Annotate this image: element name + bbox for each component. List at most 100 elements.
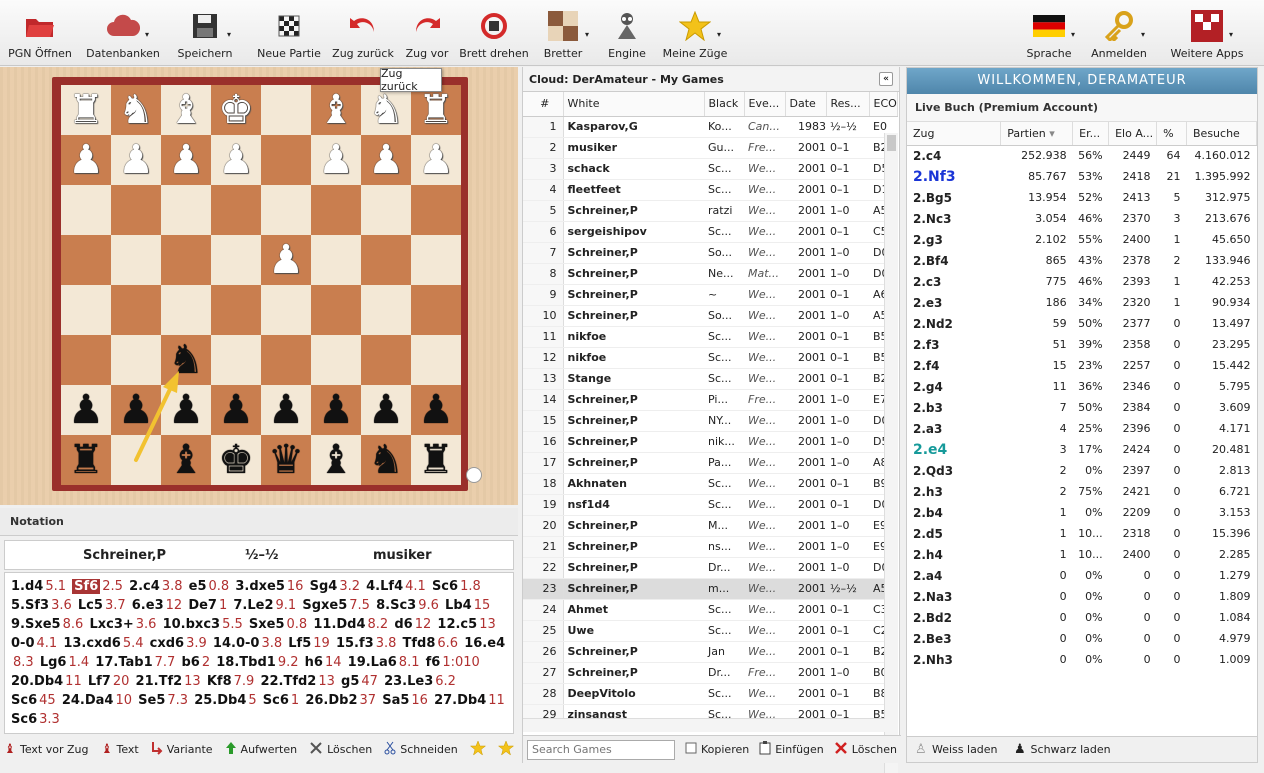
board-square[interactable] xyxy=(161,185,211,235)
board-square[interactable] xyxy=(61,285,111,335)
move-list[interactable]: 1.d4 5.1 Sf6 2.5 2.c4 3.8 e5 0.8 3.dxe5 16 Sg… xyxy=(4,572,514,734)
move[interactable]: 25.Db4 xyxy=(194,693,246,708)
book-move[interactable]: 2.Qd3 xyxy=(907,460,1001,481)
weiss-laden-button[interactable]: ♙ Weiss laden xyxy=(915,741,998,758)
board-square[interactable] xyxy=(211,185,261,235)
table-row[interactable]: 2.h3 2 75% 2421 0 6.721 xyxy=(907,481,1257,502)
move[interactable]: g5 xyxy=(341,674,359,689)
table-row[interactable]: 2.Nc3 3.054 46% 2370 3 213.676 xyxy=(907,208,1257,229)
move[interactable]: 21.Tf2 xyxy=(136,674,183,689)
move[interactable]: 16.e4 xyxy=(464,636,505,651)
board-square[interactable]: ♛ xyxy=(261,435,311,485)
table-row[interactable]: 3 schack Sc... We... 2001 0–1 D5 xyxy=(523,158,898,180)
table-row[interactable]: 2.Bg5 13.954 52% 2413 5 312.975 xyxy=(907,187,1257,208)
move[interactable]: 9.Sxe5 xyxy=(11,617,61,632)
table-row[interactable]: 17 Schreiner,P Pa... We... 2001 1–0 A8 xyxy=(523,452,898,474)
board-square[interactable] xyxy=(361,285,411,335)
chess-piece[interactable]: ♜ xyxy=(418,440,454,480)
book-move[interactable]: 2.f4 xyxy=(907,355,1001,376)
board-square[interactable]: ♚ xyxy=(211,85,261,135)
book-move[interactable]: 2.h3 xyxy=(907,481,1001,502)
chess-piece[interactable]: ♟ xyxy=(268,240,304,280)
table-row[interactable]: 2.a4 0 0% 0 0 1.279 xyxy=(907,565,1257,586)
chess-piece[interactable]: ♟ xyxy=(418,390,454,430)
board-square[interactable]: ♟ xyxy=(411,385,461,435)
move[interactable]: 6.e3 xyxy=(132,598,164,613)
table-row[interactable]: 2.f3 51 39% 2358 0 23.295 xyxy=(907,334,1257,355)
chess-piece[interactable]: ♞ xyxy=(368,90,404,130)
board-square[interactable] xyxy=(261,85,311,135)
move[interactable]: Lxc3+ xyxy=(89,617,133,632)
games-vertical-scrollbar[interactable] xyxy=(884,133,898,773)
move[interactable]: Sxe5 xyxy=(249,617,285,632)
chess-piece[interactable]: ♜ xyxy=(68,90,104,130)
move[interactable]: d6 xyxy=(394,617,412,632)
board-square[interactable]: ♝ xyxy=(311,85,361,135)
move[interactable]: Sc6 xyxy=(11,693,37,708)
chess-piece[interactable]: ♚ xyxy=(218,440,254,480)
chess-piece[interactable]: ♚ xyxy=(218,90,254,130)
table-row[interactable]: 24 Ahmet Sc... We... 2001 0–1 C3 xyxy=(523,599,898,621)
move[interactable]: Lf5 xyxy=(288,636,311,651)
table-row[interactable]: 2.h4 1 10... 2400 0 2.285 xyxy=(907,544,1257,565)
move[interactable]: 3.dxe5 xyxy=(235,579,285,594)
chevron-down-icon[interactable]: ▾ xyxy=(1141,30,1145,39)
board-square[interactable]: ♟ xyxy=(311,385,361,435)
table-row[interactable]: 2.c3 775 46% 2393 1 42.253 xyxy=(907,271,1257,292)
sprache-button[interactable]: Sprache ▾ xyxy=(1009,0,1089,66)
board-square[interactable] xyxy=(211,335,261,385)
column-header[interactable]: % xyxy=(1156,122,1187,146)
board-square[interactable]: ♜ xyxy=(61,435,111,485)
move[interactable]: 11.Dd4 xyxy=(313,617,365,632)
table-row[interactable]: 2.Na3 0 0% 0 0 1.809 xyxy=(907,586,1257,607)
book-move[interactable]: 2.Be3 xyxy=(907,628,1001,649)
board-square[interactable] xyxy=(261,135,311,185)
table-row[interactable]: 2.d5 1 10... 2318 0 15.396 xyxy=(907,523,1257,544)
move[interactable]: 2.c4 xyxy=(129,579,160,594)
table-row[interactable]: 10 Schreiner,P So... We... 2001 1–0 A5 xyxy=(523,305,898,327)
board-square[interactable] xyxy=(311,185,361,235)
table-row[interactable]: 2.Nf3 85.767 53% 2418 21 1.395.992 xyxy=(907,166,1257,187)
book-move[interactable]: 2.Bf4 xyxy=(907,250,1001,271)
board-square[interactable]: ♟ xyxy=(111,135,161,185)
board-square[interactable]: ♟ xyxy=(411,135,461,185)
table-row[interactable]: 8 Schreiner,P Ne... Mat... 2001 1–0 D0 xyxy=(523,263,898,285)
column-header[interactable]: # xyxy=(523,92,564,117)
chevron-down-icon[interactable]: ▾ xyxy=(227,30,231,39)
table-row[interactable]: 7 Schreiner,P So... We... 2001 1–0 D0 xyxy=(523,242,898,264)
move[interactable]: 26.Db2 xyxy=(305,693,357,708)
chess-piece[interactable]: ♟ xyxy=(118,390,154,430)
chess-piece[interactable]: ♟ xyxy=(318,140,354,180)
table-row[interactable]: 4 fleetfeet Sc... We... 2001 0–1 D1 xyxy=(523,179,898,201)
einfügen-button[interactable]: Einfügen xyxy=(759,741,824,758)
book-move[interactable]: 2.Nc3 xyxy=(907,208,1001,229)
column-header[interactable]: Er... xyxy=(1072,122,1110,146)
column-header[interactable]: Besuche xyxy=(1186,122,1257,146)
table-row[interactable]: 2.Nh3 0 0% 0 0 1.009 xyxy=(907,649,1257,670)
games-horizontal-scrollbar[interactable] xyxy=(523,718,885,732)
table-row[interactable]: 1 Kasparov,G Ko... Can... 1983 ½–½ E0 xyxy=(523,116,898,138)
table-row[interactable]: 15 Schreiner,P NY... We... 2001 1–0 D0 xyxy=(523,410,898,432)
book-move[interactable]: 2.a3 xyxy=(907,418,1001,439)
board-square[interactable]: ♟ xyxy=(311,135,361,185)
book-move[interactable]: 2.e4 xyxy=(907,439,1001,460)
chess-piece[interactable]: ♟ xyxy=(168,390,204,430)
book-move[interactable]: 2.e3 xyxy=(907,292,1001,313)
move[interactable]: Se5 xyxy=(138,693,165,708)
move[interactable]: Sgxe5 xyxy=(302,598,347,613)
board-square[interactable]: ♟ xyxy=(161,135,211,185)
variante-button[interactable]: Variante xyxy=(151,741,213,758)
board-square[interactable] xyxy=(161,285,211,335)
column-header[interactable]: White xyxy=(563,92,705,117)
board-square[interactable] xyxy=(361,335,411,385)
table-row[interactable]: 2.g3 2.102 55% 2400 1 45.650 xyxy=(907,229,1257,250)
book-move[interactable]: 2.b4 xyxy=(907,502,1001,523)
chess-piece[interactable]: ♟ xyxy=(318,390,354,430)
table-row[interactable]: 22 Schreiner,P Dr... We... 2001 1–0 D0 xyxy=(523,557,898,579)
board-square[interactable] xyxy=(311,335,361,385)
move[interactable]: De7 xyxy=(188,598,217,613)
chess-piece[interactable]: ♝ xyxy=(318,90,354,130)
move[interactable]: Lc5 xyxy=(78,598,103,613)
table-row[interactable]: 2.e4 3 17% 2424 0 20.481 xyxy=(907,439,1257,460)
löschen-button[interactable]: Löschen xyxy=(834,741,897,758)
